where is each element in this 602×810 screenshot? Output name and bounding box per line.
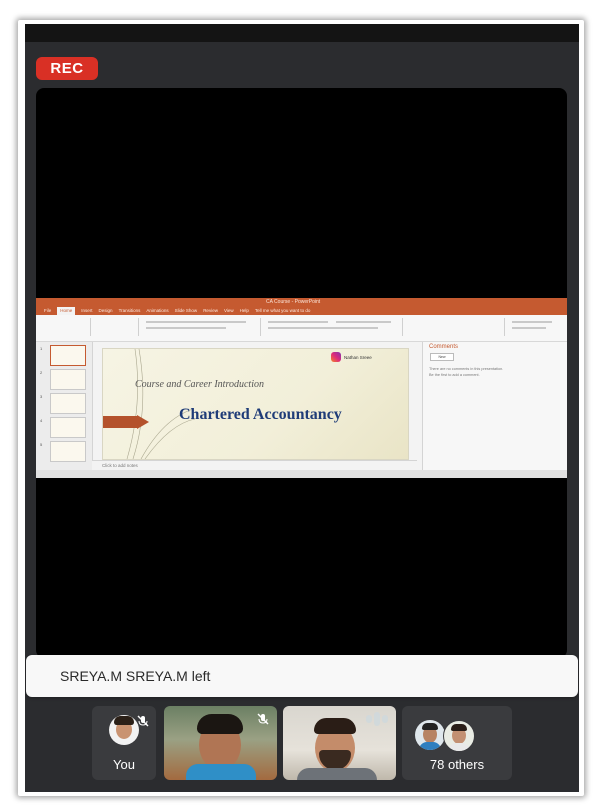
avatar — [415, 720, 445, 750]
meeting-app: REC CA Course - PowerPoint File Home Ins… — [25, 24, 579, 792]
ribbon-tab: Slide Show — [174, 308, 198, 313]
slide-thumbnail — [50, 393, 86, 414]
ribbon-control — [512, 321, 552, 323]
you-label: You — [113, 757, 135, 772]
slide-thumbnails: 1 2 3 4 5 — [36, 342, 93, 470]
participant-hair — [197, 714, 243, 734]
thumb-number: 5 — [40, 442, 43, 447]
new-comment-button: New — [430, 353, 454, 361]
slide-decoration — [126, 349, 195, 459]
avatar-shirt — [419, 742, 441, 750]
ribbon-tab: Review — [203, 308, 218, 313]
speaking-indicator-icon — [366, 712, 388, 726]
shared-screen: CA Course - PowerPoint File Home Insert … — [36, 298, 567, 478]
avatar-hair — [451, 724, 467, 731]
participant-left-notification: SREYA.M SREYA.M left — [26, 655, 578, 697]
ribbon-tab: Animations — [146, 308, 169, 313]
comments-empty-line: Be the first to add a comment. — [429, 373, 480, 377]
comments-header: Comments — [429, 344, 459, 350]
slide-brand-name: Nathan Sreee — [344, 354, 372, 360]
avatar-hair — [422, 723, 438, 730]
ribbon-control — [268, 321, 328, 323]
ppt-titlebar: CA Course - PowerPoint — [36, 298, 567, 307]
avatar-hair — [114, 716, 134, 725]
others-tile[interactable]: 78 others — [402, 706, 512, 780]
slide-subtitle: Course and Career Introduction — [135, 379, 264, 390]
presentation-stage[interactable]: CA Course - PowerPoint File Home Insert … — [36, 88, 567, 658]
recording-badge: REC — [36, 57, 98, 80]
slide-accent-arrow — [137, 415, 149, 429]
ribbon-group-slides — [92, 318, 139, 336]
slide-thumbnail-active — [50, 345, 86, 366]
avatar — [443, 720, 475, 752]
avatar — [109, 715, 139, 745]
ppt-status-bar — [36, 470, 567, 478]
notification-text: SREYA.M SREYA.M left — [60, 668, 211, 684]
slide-thumbnail — [50, 441, 86, 462]
slide-accent-bar — [103, 416, 137, 428]
ppt-ribbon — [36, 315, 567, 342]
ribbon-tab: Transitions — [118, 308, 141, 313]
slide-thumbnail — [50, 369, 86, 390]
participant-tile-speaking[interactable] — [283, 706, 396, 780]
ribbon-tab: Design — [98, 308, 113, 313]
participant-tile-video[interactable] — [164, 706, 277, 780]
ribbon-control — [268, 327, 378, 329]
thumb-number: 1 — [40, 346, 43, 351]
instagram-icon — [331, 352, 341, 362]
slide-brand: Nathan Sreee — [331, 352, 372, 362]
ribbon-control — [146, 321, 246, 323]
ribbon-tab: View — [223, 308, 234, 313]
top-bar — [25, 24, 579, 42]
bottom-bar — [25, 784, 579, 792]
avatar-shirt — [448, 743, 470, 751]
ribbon-group-drawing — [404, 318, 505, 336]
participant-tile-you[interactable]: You — [92, 706, 156, 780]
ribbon-control — [146, 327, 226, 329]
ribbon-tab-active: Home — [57, 307, 76, 315]
participant-shirt — [186, 764, 256, 780]
ribbon-control — [512, 327, 546, 329]
audio-bar — [374, 712, 380, 726]
ppt-window-title: CA Course - PowerPoint — [266, 299, 321, 305]
ribbon-group-clipboard — [40, 318, 91, 336]
mic-off-icon — [257, 713, 269, 725]
ribbon-tab: Insert — [81, 308, 93, 313]
notes-placeholder: Click to add notes — [92, 460, 417, 470]
ppt-ribbon-tabs: File Home Insert Design Transitions Anim… — [36, 307, 567, 315]
participant-hair — [314, 718, 356, 734]
current-slide: Nathan Sreee Course and Career Introduct… — [102, 348, 409, 460]
ribbon-tab: File — [44, 308, 52, 313]
slide-title: Chartered Accountancy — [179, 406, 342, 423]
participant-shirt — [297, 768, 377, 780]
ribbon-tab: Help — [239, 308, 249, 313]
ribbon-tell-me: Tell me what you want to do — [254, 308, 311, 313]
comments-pane: Comments New There are no comments in th… — [422, 342, 567, 470]
thumb-number: 2 — [40, 370, 43, 375]
mic-off-icon — [137, 715, 149, 727]
audio-bar — [366, 715, 372, 723]
thumb-number: 3 — [40, 394, 43, 399]
others-count-label: 78 others — [429, 757, 485, 772]
thumb-number: 4 — [40, 418, 43, 423]
ribbon-control — [336, 321, 391, 323]
audio-bar — [382, 715, 388, 723]
comments-empty-text: There are no comments in this presentati… — [429, 366, 503, 378]
slide-thumbnail — [50, 417, 86, 438]
